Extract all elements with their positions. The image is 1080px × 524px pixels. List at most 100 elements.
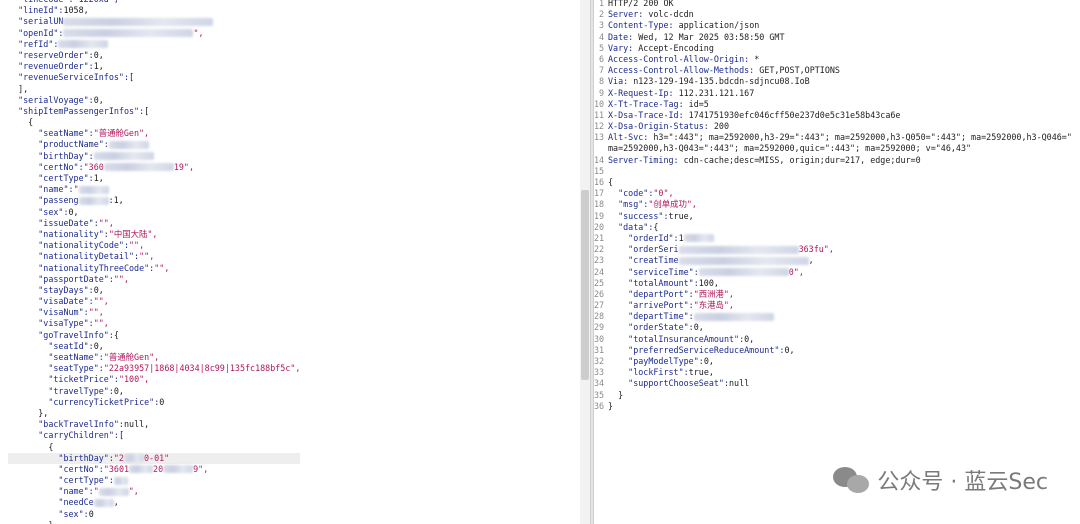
response-line[interactable]: 36} xyxy=(594,401,1072,412)
response-line[interactable]: 10 X-Tt-Trace-Tag: id=5 xyxy=(594,99,1072,110)
code-line[interactable]: "name":" ", xyxy=(8,486,300,497)
line-number: 18 xyxy=(594,199,605,210)
response-line[interactable]: 12 X-Dsa-Origin-Status: 200 xyxy=(594,121,1072,132)
code-value: , xyxy=(808,255,814,266)
code-line[interactable]: "openId": ", xyxy=(8,28,300,39)
code-line[interactable]: "needCe, xyxy=(8,497,300,508)
code-line[interactable]: "travelType":0, xyxy=(8,386,300,397)
code-line[interactable]: "seatId":0, xyxy=(8,341,300,352)
response-line[interactable]: 21 "orderId":1 xyxy=(594,233,1072,244)
response-line[interactable]: 6 Access-Control-Allow-Origin: * xyxy=(594,54,1072,65)
code-line[interactable]: "sex":0, xyxy=(8,207,300,218)
code-line[interactable]: "productName": xyxy=(8,139,300,150)
code-line[interactable]: }, xyxy=(8,408,300,419)
code-line[interactable]: "revenueOrder":1, xyxy=(8,61,300,72)
code-line[interactable]: "birthDay":"2 0-01" xyxy=(8,452,301,464)
code-key: "msg": xyxy=(608,199,649,210)
code-line[interactable]: "serialUN xyxy=(8,16,300,27)
code-line[interactable]: "backTravelInfo":null, xyxy=(8,419,300,430)
response-line[interactable]: 35 } xyxy=(594,390,1072,401)
code-line[interactable]: "certType":1, xyxy=(8,173,300,184)
code-line[interactable]: "serialVoyage":0, xyxy=(8,95,300,106)
code-line[interactable]: "currencyTicketPrice":0 xyxy=(8,397,300,408)
response-line[interactable]: 28 "departTime": xyxy=(594,311,1072,322)
code-line[interactable]: "carryChildren":[ xyxy=(8,430,300,441)
response-line[interactable]: 29 "orderState":0, xyxy=(594,322,1072,333)
redacted-value xyxy=(693,312,774,321)
response-line[interactable]: 30 "totalInsuranceAmount":0, xyxy=(594,334,1072,345)
code-value: "普通舱Gen", xyxy=(93,128,150,139)
response-line[interactable]: 16{ xyxy=(594,177,1072,188)
code-line[interactable]: "nationalityThreeCode":"", xyxy=(8,263,300,274)
response-line[interactable]: 27 "arrivePort":"东港岛", xyxy=(594,300,1072,311)
code-line[interactable]: { xyxy=(8,442,300,453)
response-line[interactable]: 11 X-Dsa-Trace-Id: 1741751930efc046cff50e… xyxy=(594,110,1072,121)
response-line[interactable]: 31 "preferredServiceReduceAmount":0, xyxy=(594,345,1072,356)
response-line[interactable]: 23 "creatTime, xyxy=(594,255,1072,266)
response-line[interactable]: 33 "lockFirst":true, xyxy=(594,367,1072,378)
response-line[interactable]: 15 xyxy=(594,166,1072,177)
response-line[interactable]: 14 Server-Timing: cdn-cache;desc=MISS, or… xyxy=(594,155,1072,166)
response-line[interactable]: 26 "departPort":"西洲港", xyxy=(594,289,1072,300)
response-line[interactable]: 34 "supportChooseSeat":null xyxy=(594,378,1072,389)
response-line[interactable]: 18 "msg":"创单成功", xyxy=(594,199,1072,210)
code-line[interactable]: "seatName":"普通舱Gen", xyxy=(8,352,300,363)
response-line[interactable]: 4 Date: Wed, 12 Mar 2025 03:58:50 GMT xyxy=(594,32,1072,43)
response-line[interactable]: ma=2592000,h3-Q043=":443"; ma=2592000,qu… xyxy=(594,143,1072,154)
code-line[interactable]: "nationalityDetail":"", xyxy=(8,251,300,262)
code-line[interactable]: "birthDay": xyxy=(8,151,300,162)
code-line[interactable]: ], xyxy=(8,84,300,95)
code-value: [ xyxy=(129,72,135,83)
response-line[interactable]: 8 Via: n123-129-194-135.bdcdn-sdjncu08.Io… xyxy=(594,76,1072,87)
code-line[interactable]: } xyxy=(8,520,300,524)
response-line[interactable]: 2 Server: volc-dcdn xyxy=(594,9,1072,20)
code-value: ma=2592000,h3-Q043=":443"; ma=2592000,qu… xyxy=(608,143,972,154)
code-line[interactable]: "visaNum":"", xyxy=(8,307,300,318)
response-line[interactable]: 13 Alt-Svc: h3=":443"; ma=2592000,h3-29="… xyxy=(594,132,1072,143)
code-line[interactable]: { xyxy=(8,117,300,128)
code-line[interactable]: "certType": xyxy=(8,475,300,486)
code-line[interactable]: "passportDate":"", xyxy=(8,274,300,285)
response-line[interactable]: 9 X-Request-Ip: 112.231.121.167 xyxy=(594,88,1072,99)
response-line[interactable]: 5 Vary: Accept-Encoding xyxy=(594,43,1072,54)
code-line[interactable]: "visaDate":"", xyxy=(8,296,300,307)
code-line[interactable]: "sex":0 xyxy=(8,509,300,520)
response-line[interactable]: 1 HTTP/2 200 OK xyxy=(594,0,1072,9)
code-key: "birthDay": xyxy=(8,150,94,161)
code-line[interactable]: "passeng:1, xyxy=(8,195,300,206)
response-line[interactable]: 7 Access-Control-Allow-Methods: GET,POST,… xyxy=(594,65,1072,76)
response-line[interactable]: 17 "code":"0", xyxy=(594,188,1072,199)
code-line[interactable]: "revenueServiceInfos":[ xyxy=(8,72,300,83)
response-line[interactable]: 19 "success":true, xyxy=(594,211,1072,222)
response-line[interactable]: 25 "totalAmount":100, xyxy=(594,278,1072,289)
code-line[interactable]: "nationalityCode":"", xyxy=(8,240,300,251)
response-editor[interactable]: 1 HTTP/2 200 OK 2 Server: volc-dcdn 3 Content… xyxy=(594,0,1072,412)
code-line[interactable]: "ticketPrice":"100", xyxy=(8,374,300,385)
code-line[interactable]: "nationality":"中国大陆", xyxy=(8,229,300,240)
left-scrollbar[interactable] xyxy=(580,0,590,524)
code-key: "currencyTicketPrice": xyxy=(8,396,160,407)
code-line[interactable]: "seatType":"22a93957|1868|4034|8c99|135f… xyxy=(8,363,300,374)
code-line[interactable]: "goTravelInfo":{ xyxy=(8,330,300,341)
response-line[interactable]: 32 "payModelType":0, xyxy=(594,356,1072,367)
code-line[interactable]: "lineId":1058, xyxy=(8,5,300,16)
code-line[interactable]: "refId": xyxy=(8,39,300,50)
code-line[interactable]: "visaType":"", xyxy=(8,318,300,329)
response-line[interactable]: 20 "data":{ xyxy=(594,222,1072,233)
code-line[interactable]: "name":" xyxy=(8,184,300,195)
response-line[interactable]: 3 Content-Type: application/json xyxy=(594,20,1072,31)
line-number: 36 xyxy=(594,400,605,411)
left-scrollbar-thumb[interactable] xyxy=(581,190,589,380)
request-body-pane[interactable]: "lineCode":"1220xd", "lineId":1058, "ser… xyxy=(0,0,590,524)
response-pane[interactable]: 1 HTTP/2 200 OK 2 Server: volc-dcdn 3 Content… xyxy=(594,0,1080,524)
code-line[interactable]: "certNo":"360 19", xyxy=(8,162,300,173)
response-line[interactable]: 24 "serviceTime": 0", xyxy=(594,267,1072,278)
code-line[interactable]: "issueDate":"", xyxy=(8,218,300,229)
response-line[interactable]: 22 "orderSeri 363fu", xyxy=(594,244,1072,255)
request-json-editor[interactable]: "lineCode":"1220xd", "lineId":1058, "ser… xyxy=(8,0,301,524)
code-line[interactable]: "seatName":"普通舱Gen", xyxy=(8,128,300,139)
code-line[interactable]: "stayDays":0, xyxy=(8,285,300,296)
code-line[interactable]: "certNo":"3601 20 9", xyxy=(8,464,300,475)
code-line[interactable]: "reserveOrder":0, xyxy=(8,50,300,61)
code-line[interactable]: "shipItemPassengerInfos":[ xyxy=(8,106,300,117)
